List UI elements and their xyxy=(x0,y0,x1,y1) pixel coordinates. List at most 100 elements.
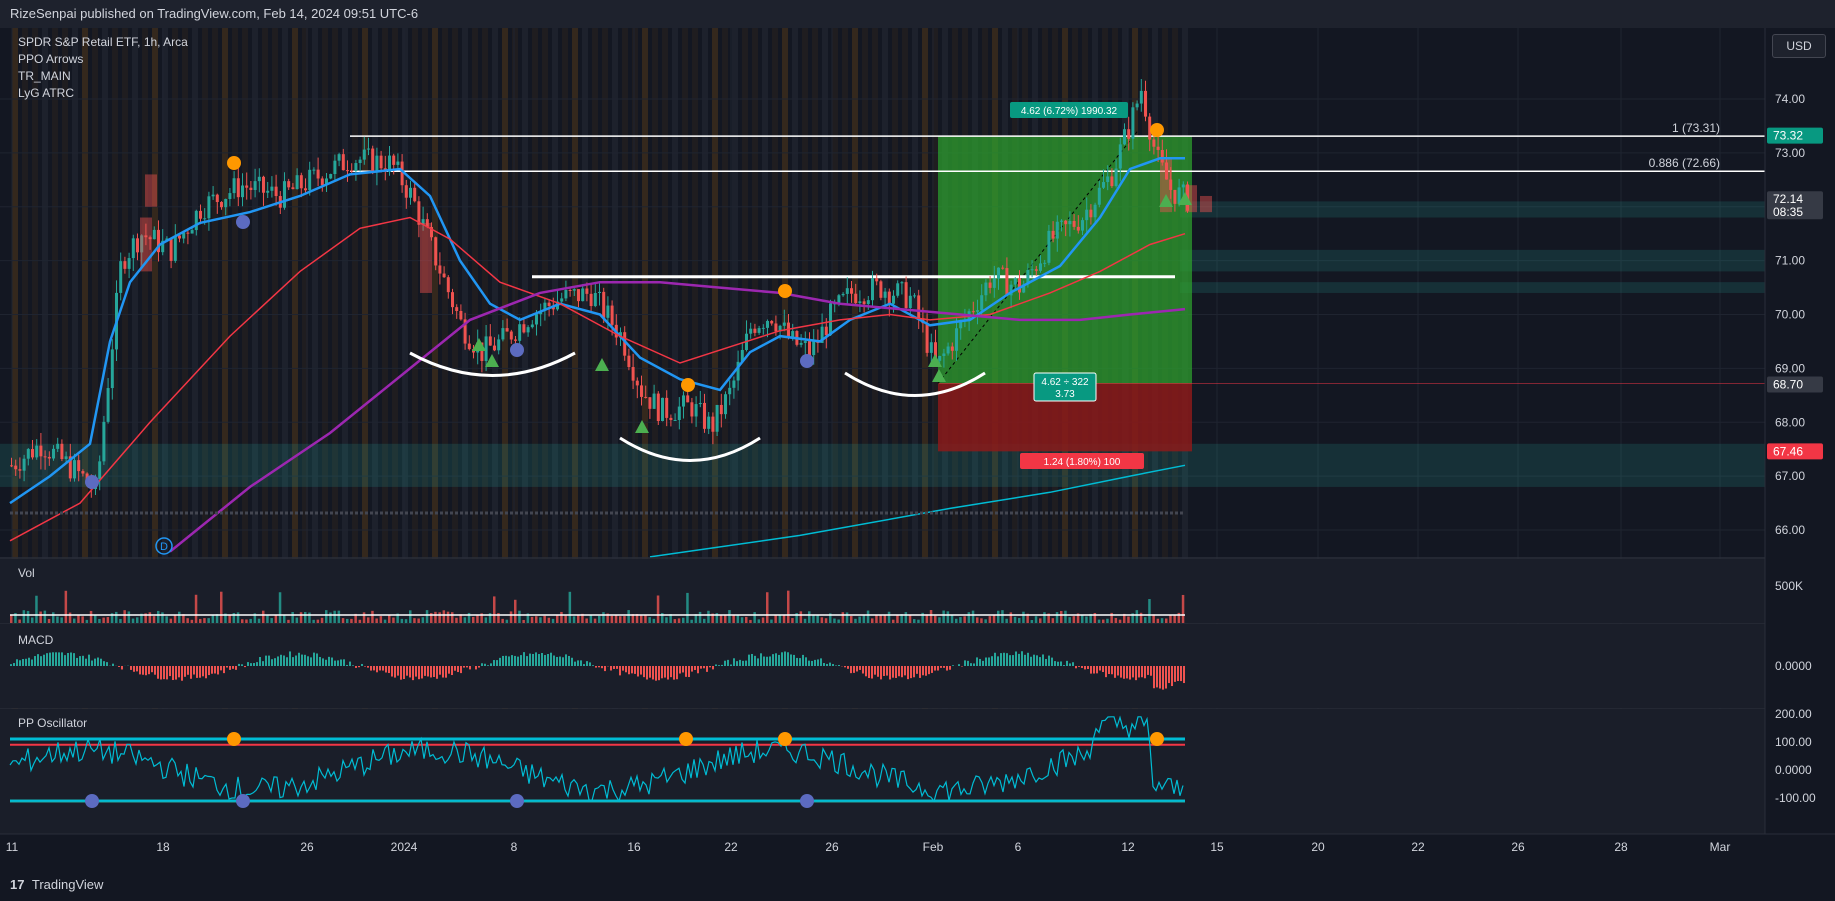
candle-body xyxy=(913,295,916,297)
volume-bar xyxy=(766,592,769,623)
candle-body xyxy=(824,326,828,336)
candle-body xyxy=(997,267,1000,279)
macd-histogram-bar xyxy=(235,666,237,670)
candle-body xyxy=(1118,144,1122,169)
candle-body xyxy=(1047,230,1051,263)
ppo-sell-marker-icon xyxy=(679,732,693,746)
macd-histogram-bar xyxy=(1054,661,1056,666)
macd-histogram-bar xyxy=(136,666,138,672)
macd-histogram-bar xyxy=(787,652,789,666)
volume-bar xyxy=(858,616,861,623)
candle-body xyxy=(224,198,228,208)
macd-histogram-bar xyxy=(538,654,540,666)
macd-histogram-bar xyxy=(565,654,567,666)
macd-histogram-bar xyxy=(289,651,291,666)
volume-bar xyxy=(955,618,958,623)
legend-lyg-atrc[interactable]: LyG ATRC xyxy=(18,85,188,102)
macd-histogram-bar xyxy=(343,659,345,666)
volume-bar xyxy=(791,618,794,623)
candle-body xyxy=(451,292,454,308)
candle-body xyxy=(413,187,417,202)
macd-histogram-bar xyxy=(196,666,198,678)
macd-histogram-bar xyxy=(58,652,60,666)
macd-histogram-bar xyxy=(118,666,120,667)
macd-histogram-bar xyxy=(919,666,921,678)
volume-bar xyxy=(203,618,206,623)
macd-histogram-bar xyxy=(418,666,420,680)
candle-body xyxy=(1076,226,1080,231)
macd-histogram-bar xyxy=(238,663,240,666)
macd-histogram-bar xyxy=(1099,666,1101,671)
macd-histogram-bar xyxy=(676,666,678,680)
volume-bar xyxy=(530,616,534,623)
candle-body xyxy=(766,320,769,328)
volume-bar xyxy=(614,614,618,623)
volume-bar xyxy=(1144,617,1147,623)
ppo-sell-marker-icon xyxy=(227,732,241,746)
legend-tr-main[interactable]: TR_MAIN xyxy=(18,68,188,85)
volume-bar xyxy=(333,610,336,623)
macd-histogram-bar xyxy=(622,666,624,671)
demand-zone xyxy=(0,443,1765,487)
candle-body xyxy=(287,181,291,188)
macd-histogram-bar xyxy=(508,656,510,666)
macd-histogram-bar xyxy=(1093,666,1095,674)
volume-pane xyxy=(0,559,1765,623)
macd-histogram-bar xyxy=(361,663,363,666)
candle-body xyxy=(73,460,76,479)
macd-histogram-bar xyxy=(133,666,135,672)
volume-bar xyxy=(207,618,210,623)
candle-body xyxy=(572,289,576,291)
macd-histogram-bar xyxy=(820,658,822,666)
volume-bar xyxy=(31,617,34,623)
volume-bar xyxy=(346,618,349,623)
macd-histogram-bar xyxy=(925,666,927,676)
chart-legend: SPDR S&P Retail ETF, 1h, Arca PPO Arrows… xyxy=(18,34,188,102)
macd-histogram-bar xyxy=(1081,666,1083,668)
price-chart[interactable]: 1 (73.31) 0.886 (72.66) D 4.62 (6.72%) 1990… xyxy=(0,28,1835,868)
candle-body xyxy=(1127,129,1131,139)
macd-histogram-bar xyxy=(331,657,333,666)
legend-ppo-arrows[interactable]: PPO Arrows xyxy=(18,51,188,68)
macd-histogram-bar xyxy=(67,652,69,666)
candle-body xyxy=(346,170,349,172)
macd-histogram-bar xyxy=(967,660,969,666)
macd-histogram-bar xyxy=(424,666,426,676)
volume-bar xyxy=(476,615,479,623)
macd-histogram-bar xyxy=(715,664,717,666)
currency-button[interactable]: USD xyxy=(1772,34,1826,58)
ppo-buy-marker-icon xyxy=(85,794,99,808)
macd-histogram-bar xyxy=(403,666,405,680)
candle-body xyxy=(677,406,681,421)
macd-histogram-bar xyxy=(253,663,255,666)
macd-histogram-bar xyxy=(25,658,27,666)
price-axis-tick: 74.00 xyxy=(1775,92,1805,106)
volume-bar xyxy=(1060,610,1063,623)
macd-histogram-bar xyxy=(1009,655,1011,666)
ppo-buy-marker-icon xyxy=(510,794,524,808)
macd-histogram-bar xyxy=(1123,666,1125,679)
overlay-candle xyxy=(420,222,432,293)
legend-symbol[interactable]: SPDR S&P Retail ETF, 1h, Arca xyxy=(18,34,188,51)
macd-histogram-bar xyxy=(823,663,825,666)
candle-body xyxy=(241,185,244,198)
volume-bar xyxy=(1169,615,1172,623)
macd-histogram-bar xyxy=(784,651,786,666)
macd-histogram-bar xyxy=(430,666,432,678)
candle-body xyxy=(236,178,240,198)
macd-histogram-bar xyxy=(952,665,954,666)
macd-histogram-bar xyxy=(352,665,354,666)
profit-label: 4.62 (6.72%) 1990.32 xyxy=(1021,106,1118,117)
volume-bar xyxy=(228,615,231,623)
macd-histogram-bar xyxy=(634,666,636,674)
macd-histogram-bar xyxy=(1096,666,1098,674)
candle-body xyxy=(883,291,887,298)
volume-bar xyxy=(379,616,383,623)
volume-bar xyxy=(753,612,756,623)
volume-bar xyxy=(1022,611,1025,623)
candle-body xyxy=(64,456,68,460)
macd-histogram-bar xyxy=(982,660,984,666)
macd-histogram-bar xyxy=(937,666,939,671)
macd-histogram-bar xyxy=(160,666,162,680)
volume-bar xyxy=(547,617,551,623)
